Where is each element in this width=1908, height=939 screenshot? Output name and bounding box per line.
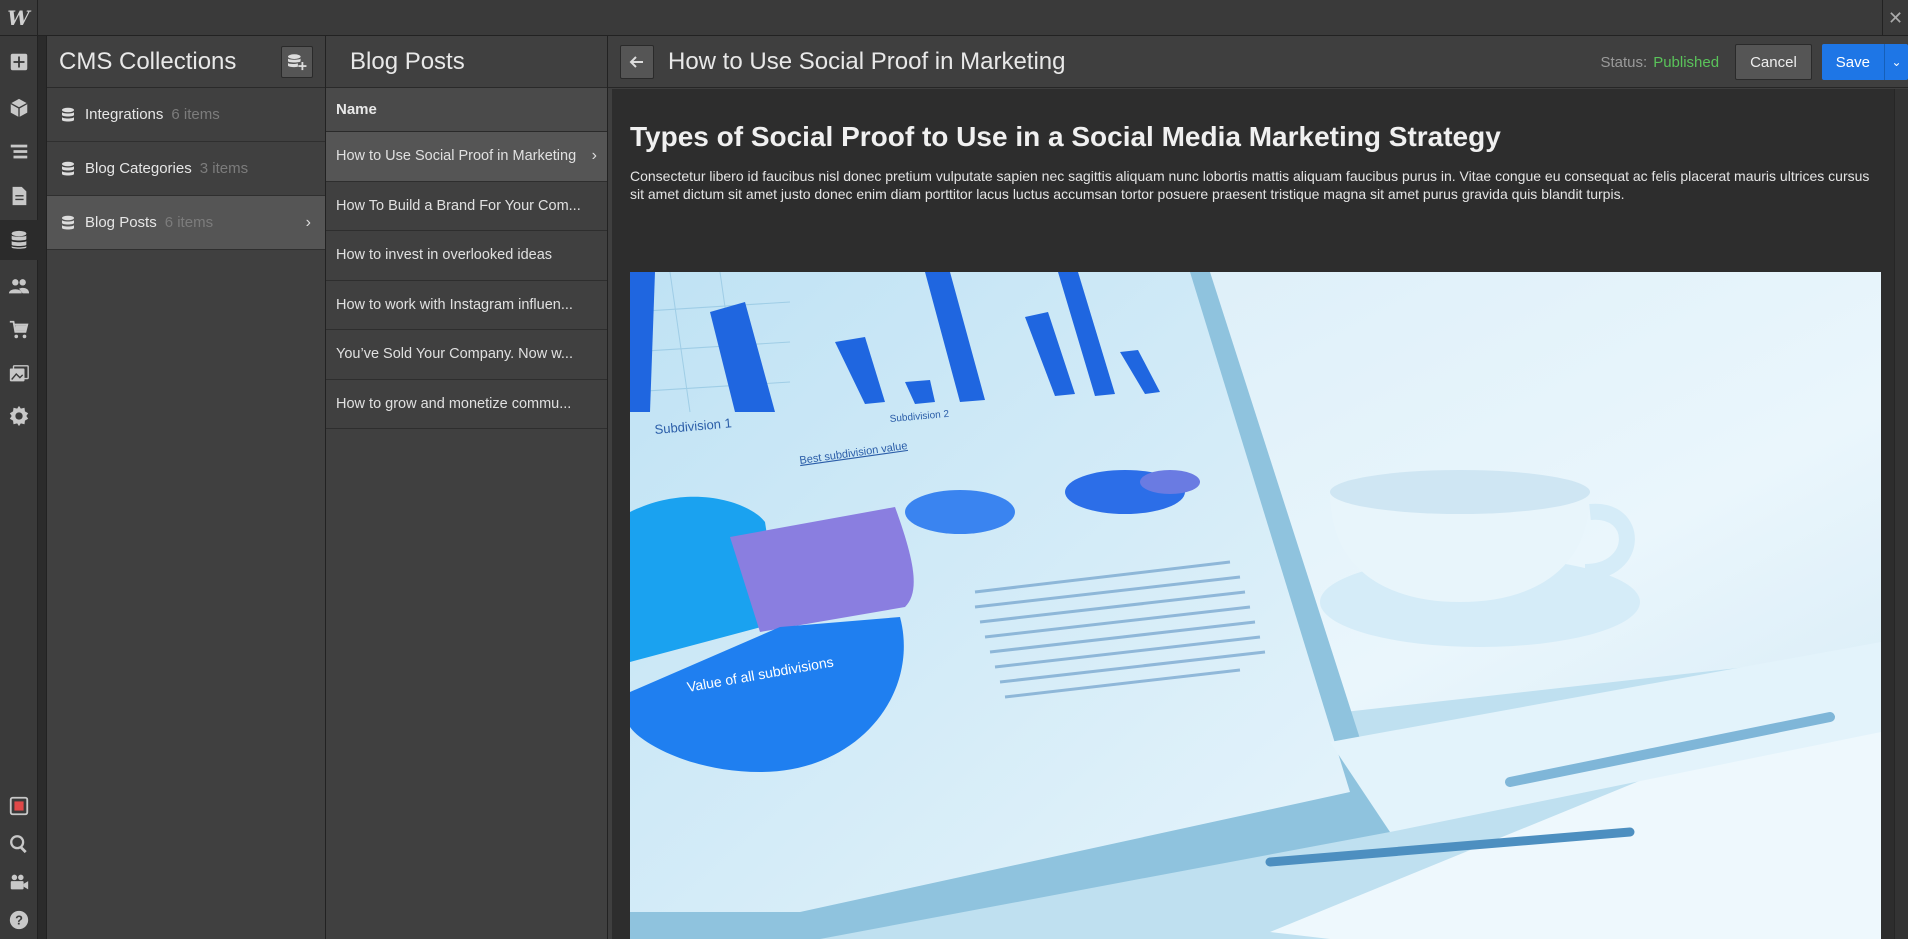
- close-icon[interactable]: ✕: [1882, 0, 1908, 36]
- collection-name: Blog Categories: [85, 160, 192, 177]
- collection-count: 3 items: [199, 160, 249, 177]
- chevron-down-icon[interactable]: ⌄: [1884, 44, 1908, 80]
- collection-name: Blog Posts: [85, 214, 157, 231]
- database-icon: [62, 107, 74, 121]
- database-icon: [62, 215, 74, 229]
- navigator-icon[interactable]: [0, 132, 38, 172]
- collection-item-integrations[interactable]: Integrations 6 items: [47, 88, 325, 142]
- add-icon[interactable]: [0, 42, 38, 82]
- video-icon[interactable]: [0, 862, 38, 902]
- components-icon[interactable]: [0, 88, 38, 128]
- post-row[interactable]: How To Build a Brand For Your Com...: [326, 182, 607, 231]
- editor-title: How to Use Social Proof in Marketing: [668, 47, 1066, 75]
- post-row[interactable]: You’ve Sold Your Company. Now w...: [326, 330, 607, 380]
- webflow-logo[interactable]: W: [0, 0, 38, 36]
- rich-text-content[interactable]: Types of Social Proof to Use in a Social…: [612, 89, 1894, 939]
- add-collection-icon: [288, 53, 307, 70]
- article-paragraph[interactable]: Consectetur libero id faucibus nisl done…: [630, 167, 1880, 203]
- post-name: How To Build a Brand For Your Com...: [336, 197, 581, 214]
- collections-header: CMS Collections: [47, 36, 325, 88]
- database-icon: [62, 161, 74, 175]
- webflow-cms-app: W ✕ ? CMS Collections Integrations 6 ite…: [0, 0, 1908, 939]
- record-icon[interactable]: [0, 786, 38, 826]
- svg-text:?: ?: [15, 913, 23, 928]
- post-name: You’ve Sold Your Company. Now w...: [336, 346, 573, 363]
- cms-collections-panel: CMS Collections Integrations 6 items Blo…: [46, 36, 326, 939]
- status-label: Status:: [1600, 53, 1648, 71]
- posts-title: Blog Posts: [326, 36, 607, 88]
- article-heading[interactable]: Types of Social Proof to Use in a Social…: [630, 121, 1501, 153]
- pages-icon[interactable]: [0, 176, 38, 216]
- collections-title: CMS Collections: [59, 47, 237, 75]
- settings-icon[interactable]: [0, 396, 38, 436]
- search-icon[interactable]: [0, 824, 38, 864]
- assets-icon[interactable]: [0, 354, 38, 394]
- business-charts-photo: Subdivision 1 Subdivision 2 Best subdivi…: [630, 272, 1881, 939]
- post-row[interactable]: How to grow and monetize commu...: [326, 380, 607, 429]
- add-collection-button[interactable]: [281, 45, 313, 78]
- top-bar: W ✕: [0, 0, 1908, 36]
- post-name: How to invest in overlooked ideas: [336, 247, 553, 264]
- editor-scrollbar[interactable]: [1894, 89, 1908, 939]
- cancel-button[interactable]: Cancel: [1735, 44, 1812, 80]
- collection-name: Integrations: [85, 106, 164, 123]
- name-column-header[interactable]: Name: [326, 88, 607, 132]
- left-toolbar: ?: [0, 36, 38, 939]
- post-name: How to grow and monetize commu...: [336, 395, 572, 412]
- ecommerce-icon[interactable]: [0, 310, 38, 350]
- hero-image[interactable]: Subdivision 1 Subdivision 2 Best subdivi…: [630, 272, 1881, 939]
- save-button[interactable]: Save: [1821, 44, 1884, 80]
- collection-item-blog-categories[interactable]: Blog Categories 3 items: [47, 142, 325, 196]
- chevron-right-icon: ›: [305, 213, 311, 231]
- collection-count: 6 items: [164, 214, 214, 231]
- cms-icon[interactable]: [0, 220, 38, 260]
- back-button[interactable]: [620, 44, 654, 79]
- save-button-group: Save ⌄: [1821, 44, 1908, 80]
- arrow-left-icon: [629, 55, 643, 68]
- status-value: Published: [1653, 53, 1720, 71]
- post-row[interactable]: How to Use Social Proof in Marketing ›: [326, 132, 607, 182]
- collection-count: 6 items: [171, 106, 220, 123]
- post-row[interactable]: How to work with Instagram influen...: [326, 281, 607, 330]
- users-icon[interactable]: [0, 266, 38, 306]
- post-name: How to Use Social Proof in Marketing: [336, 148, 577, 165]
- blog-posts-panel: Blog Posts Name How to Use Social Proof …: [326, 36, 608, 939]
- item-editor: How to Use Social Proof in Marketing Sta…: [608, 36, 1908, 939]
- editor-actions: Status: Published Cancel Save ⌄: [1601, 44, 1908, 80]
- editor-header: How to Use Social Proof in Marketing Sta…: [608, 36, 1908, 88]
- chevron-right-icon: ›: [591, 147, 597, 165]
- post-row[interactable]: How to invest in overlooked ideas: [326, 231, 607, 281]
- help-icon[interactable]: ?: [0, 900, 38, 939]
- collection-item-blog-posts[interactable]: Blog Posts 6 items ›: [47, 196, 325, 250]
- post-name: How to work with Instagram influen...: [336, 296, 573, 313]
